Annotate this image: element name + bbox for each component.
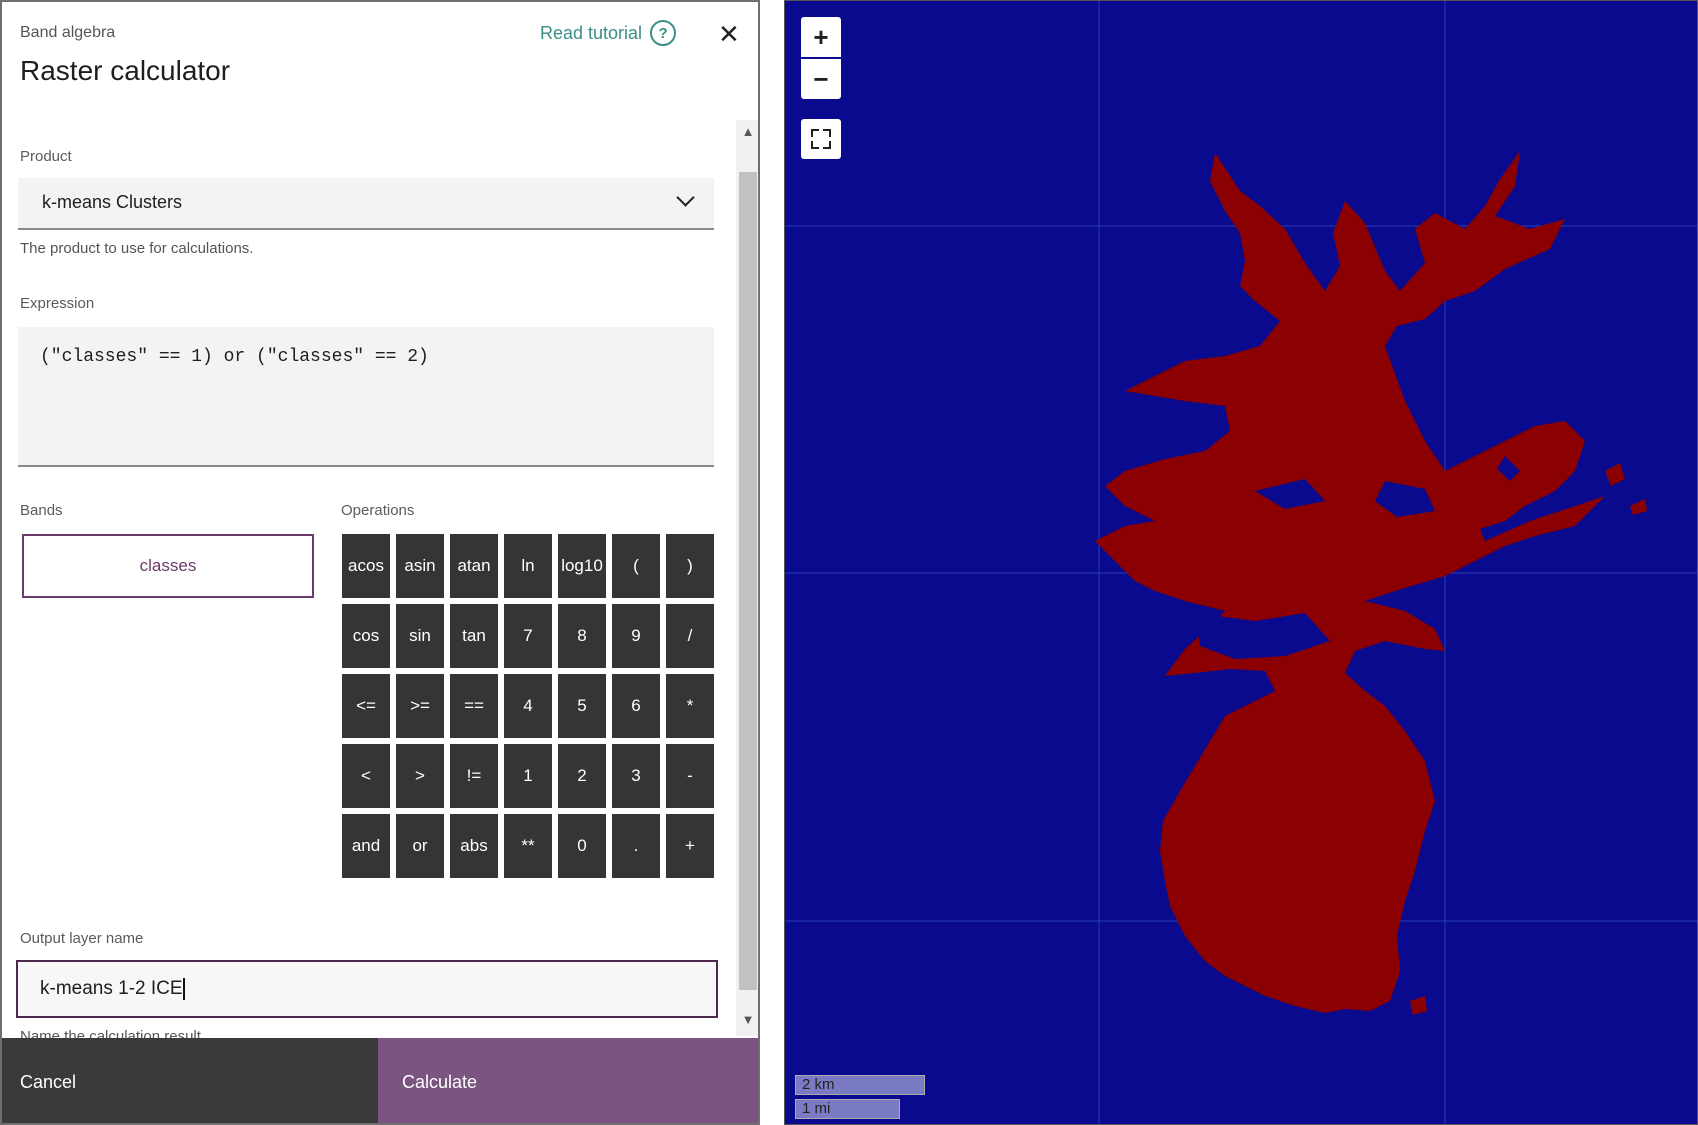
output-layer-name-input[interactable]: k-means 1-2 ICE: [16, 960, 718, 1018]
zoom-in-button[interactable]: +: [801, 17, 841, 57]
scale-bar-mi: 1 mi: [795, 1099, 900, 1119]
operation-button[interactable]: <=: [342, 674, 390, 738]
ice-fragment: [1410, 996, 1427, 1015]
scroll-up-arrow-icon[interactable]: ▲: [736, 124, 758, 142]
operation-button[interactable]: 2: [558, 744, 606, 808]
operation-button[interactable]: .: [612, 814, 660, 878]
operation-button[interactable]: !=: [450, 744, 498, 808]
panel-footer: Cancel Calculate: [2, 1038, 758, 1123]
operation-button[interactable]: asin: [396, 534, 444, 598]
fullscreen-button[interactable]: [801, 119, 841, 159]
fullscreen-icon: [811, 129, 831, 149]
operation-button[interactable]: ): [666, 534, 714, 598]
panel-title: Raster calculator: [20, 55, 231, 86]
operation-button[interactable]: ==: [450, 674, 498, 738]
operation-button[interactable]: sin: [396, 604, 444, 668]
operations-label: Operations: [341, 502, 415, 519]
operation-button[interactable]: acos: [342, 534, 390, 598]
operation-button[interactable]: <: [342, 744, 390, 808]
operation-button[interactable]: 8: [558, 604, 606, 668]
operation-button[interactable]: 5: [558, 674, 606, 738]
map-view[interactable]: + − 2 km 1 mi: [784, 0, 1698, 1125]
ice-fragment: [1605, 463, 1625, 486]
text-caret: [182, 977, 185, 1000]
expression-textarea[interactable]: ("classes" == 1) or ("classes" == 2): [18, 327, 714, 467]
operation-button[interactable]: atan: [450, 534, 498, 598]
operation-button[interactable]: *: [666, 674, 714, 738]
operation-button[interactable]: 9: [612, 604, 660, 668]
band-button-classes[interactable]: classes: [22, 534, 314, 598]
ice-mask-shape: [1095, 151, 1647, 1015]
close-icon[interactable]: ✕: [718, 20, 740, 48]
scroll-down-arrow-icon[interactable]: ▼: [736, 1012, 758, 1030]
operation-button[interactable]: 7: [504, 604, 552, 668]
raster-layer: [785, 1, 1697, 1124]
operation-button[interactable]: 1: [504, 744, 552, 808]
operation-button[interactable]: abs: [450, 814, 498, 878]
operation-button[interactable]: or: [396, 814, 444, 878]
operation-button[interactable]: 3: [612, 744, 660, 808]
operation-button[interactable]: >: [396, 744, 444, 808]
expression-value: ("classes" == 1) or ("classes" == 2): [40, 347, 429, 367]
ice-fragment: [1630, 499, 1647, 515]
operation-button[interactable]: /: [666, 604, 714, 668]
operation-button[interactable]: cos: [342, 604, 390, 668]
operation-button[interactable]: +: [666, 814, 714, 878]
operation-button[interactable]: 6: [612, 674, 660, 738]
operation-button[interactable]: -: [666, 744, 714, 808]
question-circle-icon: ?: [650, 20, 677, 46]
operation-button[interactable]: and: [342, 814, 390, 878]
product-help-text: The product to use for calculations.: [20, 240, 254, 257]
panel-subtitle: Band algebra: [20, 24, 116, 41]
product-select[interactable]: k-means Clusters: [18, 178, 714, 230]
product-label: Product: [20, 148, 72, 165]
operation-button[interactable]: (: [612, 534, 660, 598]
panel-scrollbar[interactable]: ▲ ▼: [736, 120, 758, 1036]
operation-button[interactable]: tan: [450, 604, 498, 668]
operations-grid: acos asin atan ln log10() cos sin tan 7 8 9/ <= >= ==…: [342, 534, 716, 878]
cancel-button[interactable]: Cancel: [2, 1038, 378, 1123]
operation-button[interactable]: **: [504, 814, 552, 878]
calculate-button[interactable]: Calculate: [378, 1038, 758, 1123]
operation-button[interactable]: 4: [504, 674, 552, 738]
raster-calculator-panel: Band algebra Raster calculator Read tuto…: [0, 0, 760, 1125]
read-tutorial-link[interactable]: Read tutorial ?: [540, 20, 677, 46]
product-selected-value: k-means Clusters: [42, 192, 183, 212]
operation-button[interactable]: ln: [504, 534, 552, 598]
operation-button[interactable]: log10: [558, 534, 606, 598]
output-layer-name-label: Output layer name: [20, 930, 144, 947]
chevron-down-icon: [676, 188, 695, 207]
output-layer-name-value: k-means 1-2 ICE: [40, 978, 183, 999]
operation-button[interactable]: 0: [558, 814, 606, 878]
bands-label: Bands: [20, 502, 63, 519]
operation-button[interactable]: >=: [396, 674, 444, 738]
expression-label: Expression: [20, 295, 95, 312]
zoom-out-button[interactable]: −: [801, 59, 841, 99]
read-tutorial-label: Read tutorial: [540, 22, 643, 43]
scrollbar-thumb[interactable]: [739, 172, 757, 990]
scale-bar-km: 2 km: [795, 1075, 925, 1095]
